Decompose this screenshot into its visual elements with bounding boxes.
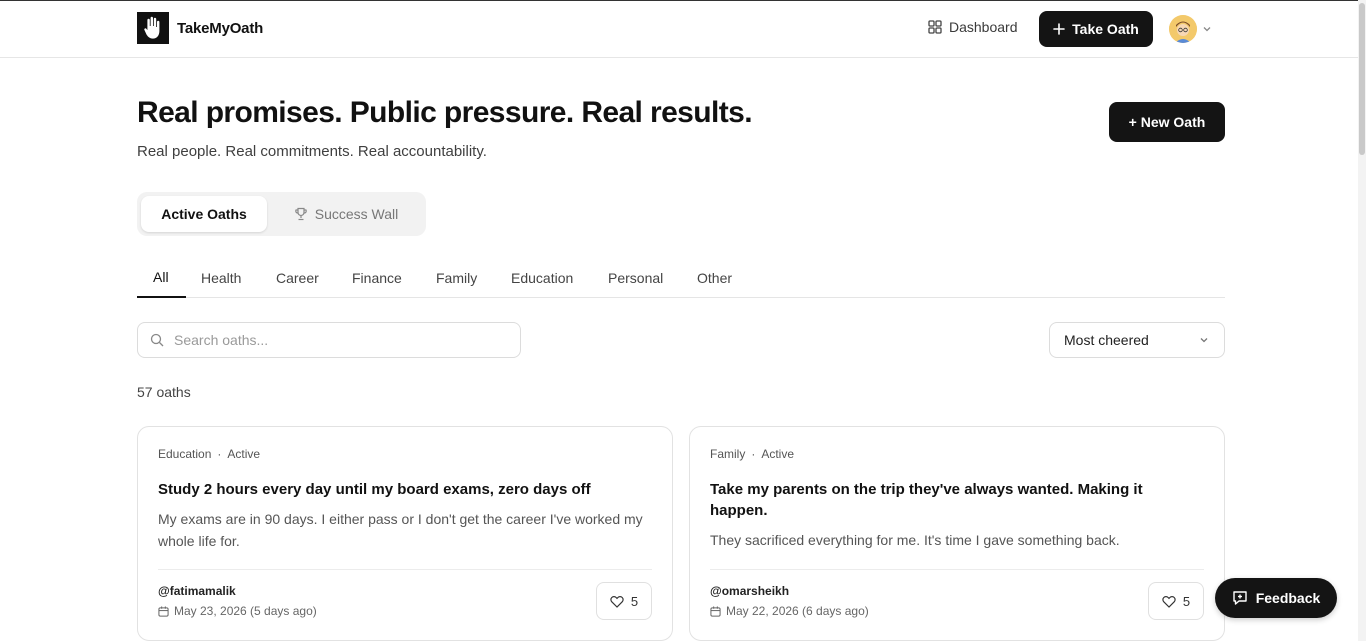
card-divider (158, 569, 652, 570)
category-tab-finance[interactable]: Finance (336, 258, 418, 298)
page-subtitle: Real people. Real commitments. Real acco… (137, 143, 487, 160)
oath-card[interactable]: Education · Active Study 2 hours every d… (137, 426, 673, 641)
avatar (1169, 15, 1197, 43)
page-title: Real promises. Public pressure. Real res… (137, 96, 753, 129)
raised-hand-icon (137, 12, 169, 44)
card-title: Study 2 hours every day until my board e… (158, 481, 591, 498)
category-label: Family (436, 270, 478, 286)
card-description: They sacrificed everything for me. It's … (710, 532, 1120, 548)
card-category: Family (710, 447, 746, 461)
brand-logo[interactable]: TakeMyOath (137, 12, 263, 44)
category-tabs: All Health Career Finance Family Educati… (137, 258, 1225, 298)
view-toggle: Active Oaths Success Wall (137, 192, 426, 236)
card-divider (710, 569, 1204, 570)
feedback-label: Feedback (1255, 590, 1321, 606)
card-category: Education (158, 447, 212, 461)
card-date: May 23, 2026 (5 days ago) (158, 604, 317, 618)
category-tab-personal[interactable]: Personal (592, 258, 679, 298)
card-status: Active (761, 447, 795, 461)
calendar-icon (710, 605, 721, 617)
search-icon (150, 333, 164, 347)
heart-icon (1162, 595, 1176, 608)
oath-count: 57 oaths (137, 384, 191, 400)
brand-name: TakeMyOath (177, 19, 264, 37)
card-username[interactable]: @omarsheikh (710, 584, 789, 598)
trophy-icon (294, 207, 307, 221)
cheer-button[interactable]: 5 (596, 582, 652, 620)
tab-active-oaths[interactable]: Active Oaths (141, 196, 267, 232)
category-label: All (153, 269, 169, 285)
scrollbar-thumb[interactable] (1359, 3, 1365, 155)
category-label: Finance (352, 270, 402, 286)
feedback-button[interactable]: Feedback (1215, 578, 1337, 618)
dashboard-link[interactable]: Dashboard (928, 19, 1018, 35)
chevron-down-icon (1203, 27, 1211, 32)
category-label: Health (201, 270, 242, 286)
meta-separator: · (217, 447, 222, 461)
category-tab-career[interactable]: Career (260, 258, 335, 298)
category-label: Personal (608, 270, 664, 286)
card-title: Take my parents on the trip they've alwa… (710, 481, 1143, 519)
category-tab-health[interactable]: Health (185, 258, 257, 298)
new-oath-button[interactable]: + New Oath (1109, 102, 1225, 142)
heart-icon (610, 595, 624, 608)
cheer-button[interactable]: 5 (1148, 582, 1204, 620)
category-label: Other (697, 270, 733, 286)
dashboard-grid-icon (928, 20, 942, 34)
card-username[interactable]: @fatimamalik (158, 584, 236, 598)
calendar-icon (158, 605, 169, 617)
card-meta: Education · Active (158, 447, 652, 461)
feedback-message-icon (1233, 591, 1247, 605)
meta-separator: · (751, 447, 756, 461)
cheer-count: 5 (1182, 593, 1191, 609)
card-date-text: May 23, 2026 (5 days ago) (174, 604, 317, 618)
card-meta: Family · Active (710, 447, 1204, 461)
top-navbar: TakeMyOath Dashboard Take Oath (0, 1, 1358, 58)
chevron-down-icon (1200, 338, 1208, 343)
tab-label: Active Oaths (161, 206, 247, 222)
card-status: Active (227, 447, 261, 461)
card-date-text: May 22, 2026 (6 days ago) (726, 604, 869, 618)
oath-card[interactable]: Family · Active Take my parents on the t… (689, 426, 1225, 641)
dashboard-label: Dashboard (949, 19, 1018, 35)
user-menu[interactable] (1169, 15, 1213, 43)
search-input[interactable] (174, 332, 504, 348)
card-date: May 22, 2026 (6 days ago) (710, 604, 869, 618)
tab-success-wall[interactable]: Success Wall (271, 196, 421, 232)
category-label: Career (276, 270, 319, 286)
search-box (137, 322, 521, 358)
page-scrollbar[interactable] (1358, 0, 1366, 641)
category-tab-family[interactable]: Family (420, 258, 493, 298)
take-oath-label: Take Oath (1072, 21, 1139, 37)
category-tab-all[interactable]: All (137, 258, 186, 298)
sort-select[interactable]: Most cheered (1049, 322, 1225, 358)
card-description: My exams are in 90 days. I either pass o… (158, 511, 643, 549)
tab-label: Success Wall (314, 206, 399, 222)
cheer-count: 5 (630, 593, 639, 609)
plus-icon (1053, 23, 1065, 35)
category-tab-other[interactable]: Other (681, 258, 748, 298)
category-label: Education (511, 270, 574, 286)
category-tab-education[interactable]: Education (495, 258, 589, 298)
take-oath-button[interactable]: Take Oath (1039, 11, 1153, 47)
sort-selected-value: Most cheered (1064, 332, 1149, 348)
